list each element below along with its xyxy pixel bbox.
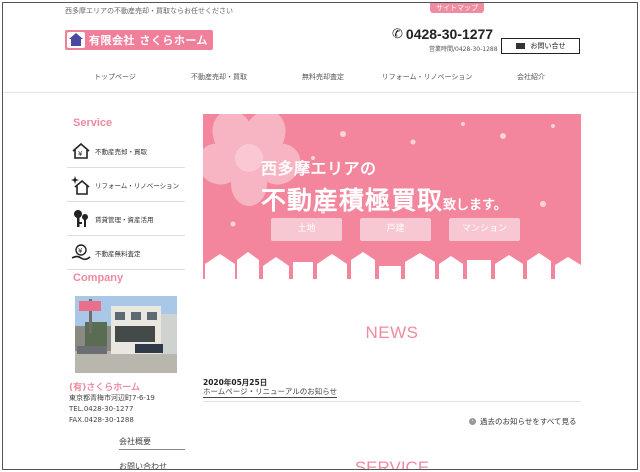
browser-viewport: 西多摩エリアの不動産売却・買取ならお任せください サイトマップ 有限会社 さくら… <box>2 2 638 470</box>
service-label: リフォーム・リノベーション <box>95 181 180 190</box>
service-item-sell-buy[interactable]: ¥ 不動産売却・買取 <box>67 134 185 168</box>
news-heading: NEWS <box>365 323 419 342</box>
contact-button[interactable]: お問い合せ <box>501 38 580 54</box>
service-item-reform[interactable]: リフォーム・リノベーション <box>67 168 185 202</box>
news-item-link[interactable]: ホームページ・リニューアルのお知らせ <box>203 387 338 398</box>
service-section-heading: SERVICE <box>354 458 430 470</box>
keys-icon <box>71 209 91 229</box>
news-archive-label: 過去のお知らせをすべて見る <box>480 417 577 426</box>
company-tel: TEL.0428-30-1277 <box>69 405 134 413</box>
nav-item-reform[interactable]: リフォーム・リノベーション <box>375 69 479 85</box>
banner-button-mansion[interactable]: マンション <box>449 218 520 241</box>
phone-icon: ✆ <box>392 26 403 42</box>
phone-number[interactable]: ✆ 0428-30-1277 <box>392 26 493 42</box>
service-heading: Service <box>73 117 113 129</box>
banner-heading-suffix: 致します。 <box>443 198 507 213</box>
company-name: (有)さくらホーム <box>69 383 140 393</box>
company-address: 東京都青梅市河辺町7-6-19 <box>69 394 155 402</box>
svg-text:¥: ¥ <box>78 150 83 158</box>
banner-button-house[interactable]: 戸建 <box>360 218 431 241</box>
hero-banner: 西多摩エリアの 不動産積極買取致します。 土地 戸建 マンション <box>203 114 581 279</box>
nav-item-free-appraisal[interactable]: 無料売却査定 <box>271 69 375 85</box>
service-label: 不動産売却・買取 <box>95 147 147 156</box>
nav-item-company[interactable]: 会社紹介 <box>479 69 583 85</box>
banner-heading-main-text: 不動産積極買取 <box>261 186 444 215</box>
nav-item-sell-buy[interactable]: 不動産売却・買取 <box>167 69 271 85</box>
news-divider <box>203 401 581 402</box>
banner-heading-main: 不動産積極買取致します。 <box>261 181 507 217</box>
svg-text:¥: ¥ <box>78 247 83 255</box>
business-hours: 営業時間/0428-30-1288 <box>429 46 498 53</box>
site-logo[interactable]: 有限会社 さくらホーム <box>65 30 213 50</box>
company-profile-link[interactable]: 会社概要 <box>119 436 185 450</box>
sparkle-house-icon <box>71 175 91 195</box>
site-tagline: 西多摩エリアの不動産売却・買取ならお任せください <box>65 7 233 15</box>
service-list: ¥ 不動産売却・買取 リフォーム・リノベーション 賃貸管理・資産活用 ¥ 不動産… <box>67 134 185 270</box>
company-fax: FAX.0428-30-1288 <box>69 416 134 424</box>
phone-number-text: 0428-30-1277 <box>405 26 494 42</box>
arrow-circle-icon: › <box>469 418 476 425</box>
house-yen-icon: ¥ <box>71 141 91 161</box>
appraisal-icon: ¥ <box>71 243 91 263</box>
service-item-appraisal[interactable]: ¥ 不動産無料査定 <box>67 236 185 270</box>
service-item-rental[interactable]: 賃貸管理・資産活用 <box>67 202 185 236</box>
logo-text: 有限会社 さくらホーム <box>89 34 208 47</box>
inquiry-link[interactable]: お問い合わせ <box>119 461 185 469</box>
banner-button-land[interactable]: 土地 <box>271 218 342 241</box>
sitemap-link[interactable]: サイトマップ <box>430 3 484 13</box>
nav-divider <box>3 92 637 93</box>
global-nav: トップページ 不動産売却・買取 無料売却査定 リフォーム・リノベーション 会社紹… <box>63 69 583 85</box>
company-building-photo <box>75 296 177 373</box>
service-label: 不動産無料査定 <box>95 249 141 258</box>
contact-button-label: お問い合せ <box>530 42 566 50</box>
service-label: 賃貸管理・資産活用 <box>95 215 154 224</box>
nav-item-top[interactable]: トップページ <box>63 69 167 85</box>
news-archive-link[interactable]: › 過去のお知らせをすべて見る <box>469 416 577 427</box>
banner-heading-sub: 西多摩エリアの <box>261 159 377 178</box>
mail-icon <box>515 43 525 49</box>
house-logo-icon <box>67 32 85 48</box>
company-heading: Company <box>73 272 124 284</box>
